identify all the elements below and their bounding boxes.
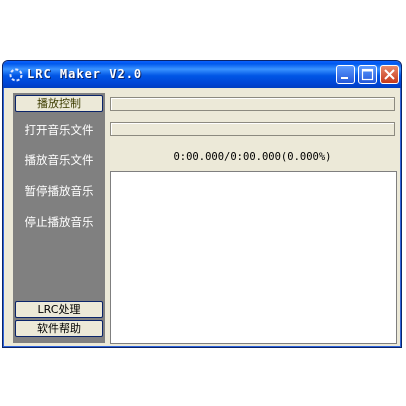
time-display: 0:00.000/0:00.000(0.000%): [173, 151, 332, 163]
sidebar-item-stop-music[interactable]: 停止播放音乐: [13, 214, 105, 230]
lrc-process-button[interactable]: LRC处理: [15, 301, 103, 318]
app-window: LRC Maker V2.0 播放控制 打开音乐文件 播放音乐文件 暂停播放音乐…: [2, 60, 402, 348]
progress-bar[interactable]: [110, 122, 395, 136]
window-title: LRC Maker V2.0: [27, 67, 143, 81]
software-help-button[interactable]: 软件帮助: [15, 320, 103, 337]
title-bar[interactable]: LRC Maker V2.0: [3, 61, 401, 88]
sidebar: 播放控制 打开音乐文件 播放音乐文件 暂停播放音乐 停止播放音乐 LRC处理 软…: [13, 93, 105, 343]
app-icon: [9, 67, 23, 82]
playback-control-button[interactable]: 播放控制: [15, 95, 103, 112]
lyrics-text-area[interactable]: [110, 171, 397, 344]
minimize-icon: [341, 77, 348, 79]
close-icon: [384, 69, 395, 80]
minimize-button[interactable]: [336, 65, 355, 84]
sidebar-item-open-music[interactable]: 打开音乐文件: [13, 122, 105, 138]
file-path-bar: [110, 97, 395, 111]
sidebar-item-pause-music[interactable]: 暂停播放音乐: [13, 183, 105, 199]
maximize-button[interactable]: [358, 65, 377, 84]
sidebar-item-play-music[interactable]: 播放音乐文件: [13, 152, 105, 168]
close-button[interactable]: [380, 65, 399, 84]
maximize-icon: [361, 68, 374, 81]
